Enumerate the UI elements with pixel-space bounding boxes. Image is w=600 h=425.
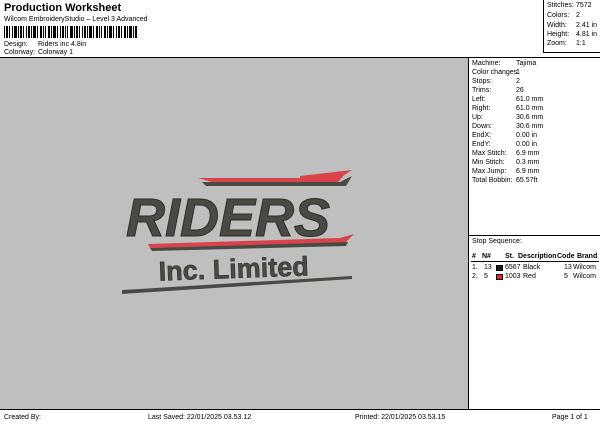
barcode: [4, 26, 137, 38]
colorway-info: Colorway: Colorway 1: [4, 49, 73, 56]
col-n: N#: [482, 253, 491, 260]
colors-value: 2: [576, 12, 580, 19]
thread-color-swatch: [496, 274, 503, 280]
last-saved: Last Saved: 22/01/2025 03.53.12: [148, 414, 252, 421]
sequence-row: 2. 5 1003 Red 5 Wilcom: [471, 273, 600, 282]
colorway-label: Colorway:: [4, 49, 36, 56]
property-label: Color changes:: [472, 69, 520, 76]
property-row: Total Bobbin: 65.57ft: [472, 177, 537, 184]
colors-label: Colors:: [547, 12, 570, 19]
property-value: 0.00 in: [516, 132, 538, 139]
sequence-cell-num: 2.: [472, 273, 478, 280]
property-label: Total Bobbin:: [472, 177, 513, 184]
thread-color-swatch: [496, 265, 503, 271]
page-number: Page 1 of 1: [552, 414, 588, 421]
sequence-cell-num: 1.: [472, 264, 478, 271]
property-label: Up:: [472, 114, 483, 121]
property-row: Color changes:1: [472, 69, 520, 76]
sequence-cell-st: 6567: [505, 264, 521, 271]
property-label: Left:: [472, 96, 486, 103]
property-value: Tajima: [516, 60, 537, 67]
property-label: Right:: [472, 105, 491, 112]
stats-box: Stitches: 7572 Colors: 2 Width: 2.41 in Hei…: [543, 0, 600, 53]
property-row: Min Stitch: 0.3 mm: [472, 159, 539, 166]
sequence-cell-brand: Wilcom: [573, 273, 596, 280]
sequence-cell-st: 1003: [505, 273, 521, 280]
col-code: Code: [557, 253, 575, 260]
property-label: Machine:: [472, 60, 501, 67]
height-label: Height:: [547, 31, 570, 38]
footer: Created By: Last Saved: 22/01/2025 03.53…: [0, 409, 600, 425]
sequence-cell-code: 13: [564, 264, 572, 271]
sequence-cell-n: 5: [484, 273, 488, 280]
col-description: Description: [518, 253, 557, 260]
property-value: 30.6 mm: [516, 123, 544, 130]
design-info: Design: Riders inc 4.8in: [4, 41, 86, 48]
sequence-cell-code: 5: [564, 273, 568, 280]
property-value: 6.9 mm: [516, 150, 540, 157]
property-value: 61.0 mm: [516, 105, 544, 112]
width-value: 2.41 in: [576, 22, 598, 29]
property-label: Trims:: [472, 87, 492, 94]
height-value: 4.81 in: [576, 31, 598, 38]
property-label: Min Stitch:: [472, 159, 505, 166]
printed-date: Printed: 22/01/2025 03.53.15: [355, 414, 446, 421]
property-row: Right: 61.0 mm: [472, 105, 543, 112]
col-st: St.: [505, 253, 514, 260]
colorway-value: Colorway 1: [37, 49, 73, 56]
property-row: Machine: Tajima: [472, 60, 536, 67]
zoom-label: Zoom:: [547, 40, 567, 47]
logo-word-riders: RIDERS: [126, 188, 330, 248]
embroidery-design: RIDERS Inc. Limited: [122, 170, 354, 294]
sequence-cell-desc: Red: [523, 273, 536, 280]
properties-panel: Machine: Tajima Color changes:1 Stops: 2 Trim…: [468, 58, 600, 409]
stop-sequence-title: Stop Sequence:: [472, 238, 522, 245]
col-brand: Brand: [577, 253, 598, 260]
sequence-cell-brand: Wilcom: [573, 264, 596, 271]
worksheet-title: Production Worksheet: [4, 2, 122, 14]
panel-divider: [469, 235, 600, 236]
design-preview: RIDERS Inc. Limited: [0, 58, 468, 409]
zoom-value: 1:1: [576, 40, 586, 47]
property-value: 6.9 mm: [516, 168, 540, 175]
created-by: Created By:: [4, 414, 41, 421]
property-value: 61.0 mm: [516, 96, 544, 103]
property-row: EndX: 0.00 in: [472, 132, 537, 139]
property-label: Max Jump:: [472, 168, 507, 175]
property-label: EndX:: [472, 132, 492, 139]
property-row: Left: 61.0 mm: [472, 96, 543, 103]
property-value: 0.00 in: [516, 141, 538, 148]
property-row: Max Stitch: 6.9 mm: [472, 150, 539, 157]
stitches-label: Stitches:: [547, 2, 574, 9]
property-value: 1: [516, 69, 520, 76]
property-value: 65.57ft: [516, 177, 538, 184]
sequence-cell-desc: Black: [523, 264, 541, 271]
design-label: Design:: [4, 41, 28, 48]
property-row: Down: 30.6 mm: [472, 123, 543, 130]
property-value: 2: [516, 78, 520, 85]
software-name: Wilcom EmbroideryStudio – Level 3 Advanc…: [4, 16, 148, 23]
stitches-value: 7572: [576, 2, 592, 9]
property-value: 26: [516, 87, 524, 94]
sequence-row: 1. 13 6567 Black 13 Wilcom: [471, 264, 600, 273]
sequence-header-rule: [471, 261, 599, 262]
property-label: EndY:: [472, 141, 491, 148]
property-row: Trims: 26: [472, 87, 524, 94]
property-value: 30.6 mm: [516, 114, 544, 121]
width-label: Width:: [547, 22, 567, 29]
property-row: Stops: 2: [472, 78, 520, 85]
property-label: Max Stitch:: [472, 150, 507, 157]
sequence-cell-n: 13: [484, 264, 492, 271]
property-row: Max Jump: 6.9 mm: [472, 168, 539, 175]
property-row: Up: 30.6 mm: [472, 114, 543, 121]
design-value: Riders inc 4.8in: [37, 41, 87, 48]
property-label: Down:: [472, 123, 492, 130]
property-label: Stops:: [472, 78, 492, 85]
col-num: #: [472, 253, 476, 260]
property-value: 0.3 mm: [516, 159, 540, 166]
property-row: EndY: 0.00 in: [472, 141, 537, 148]
